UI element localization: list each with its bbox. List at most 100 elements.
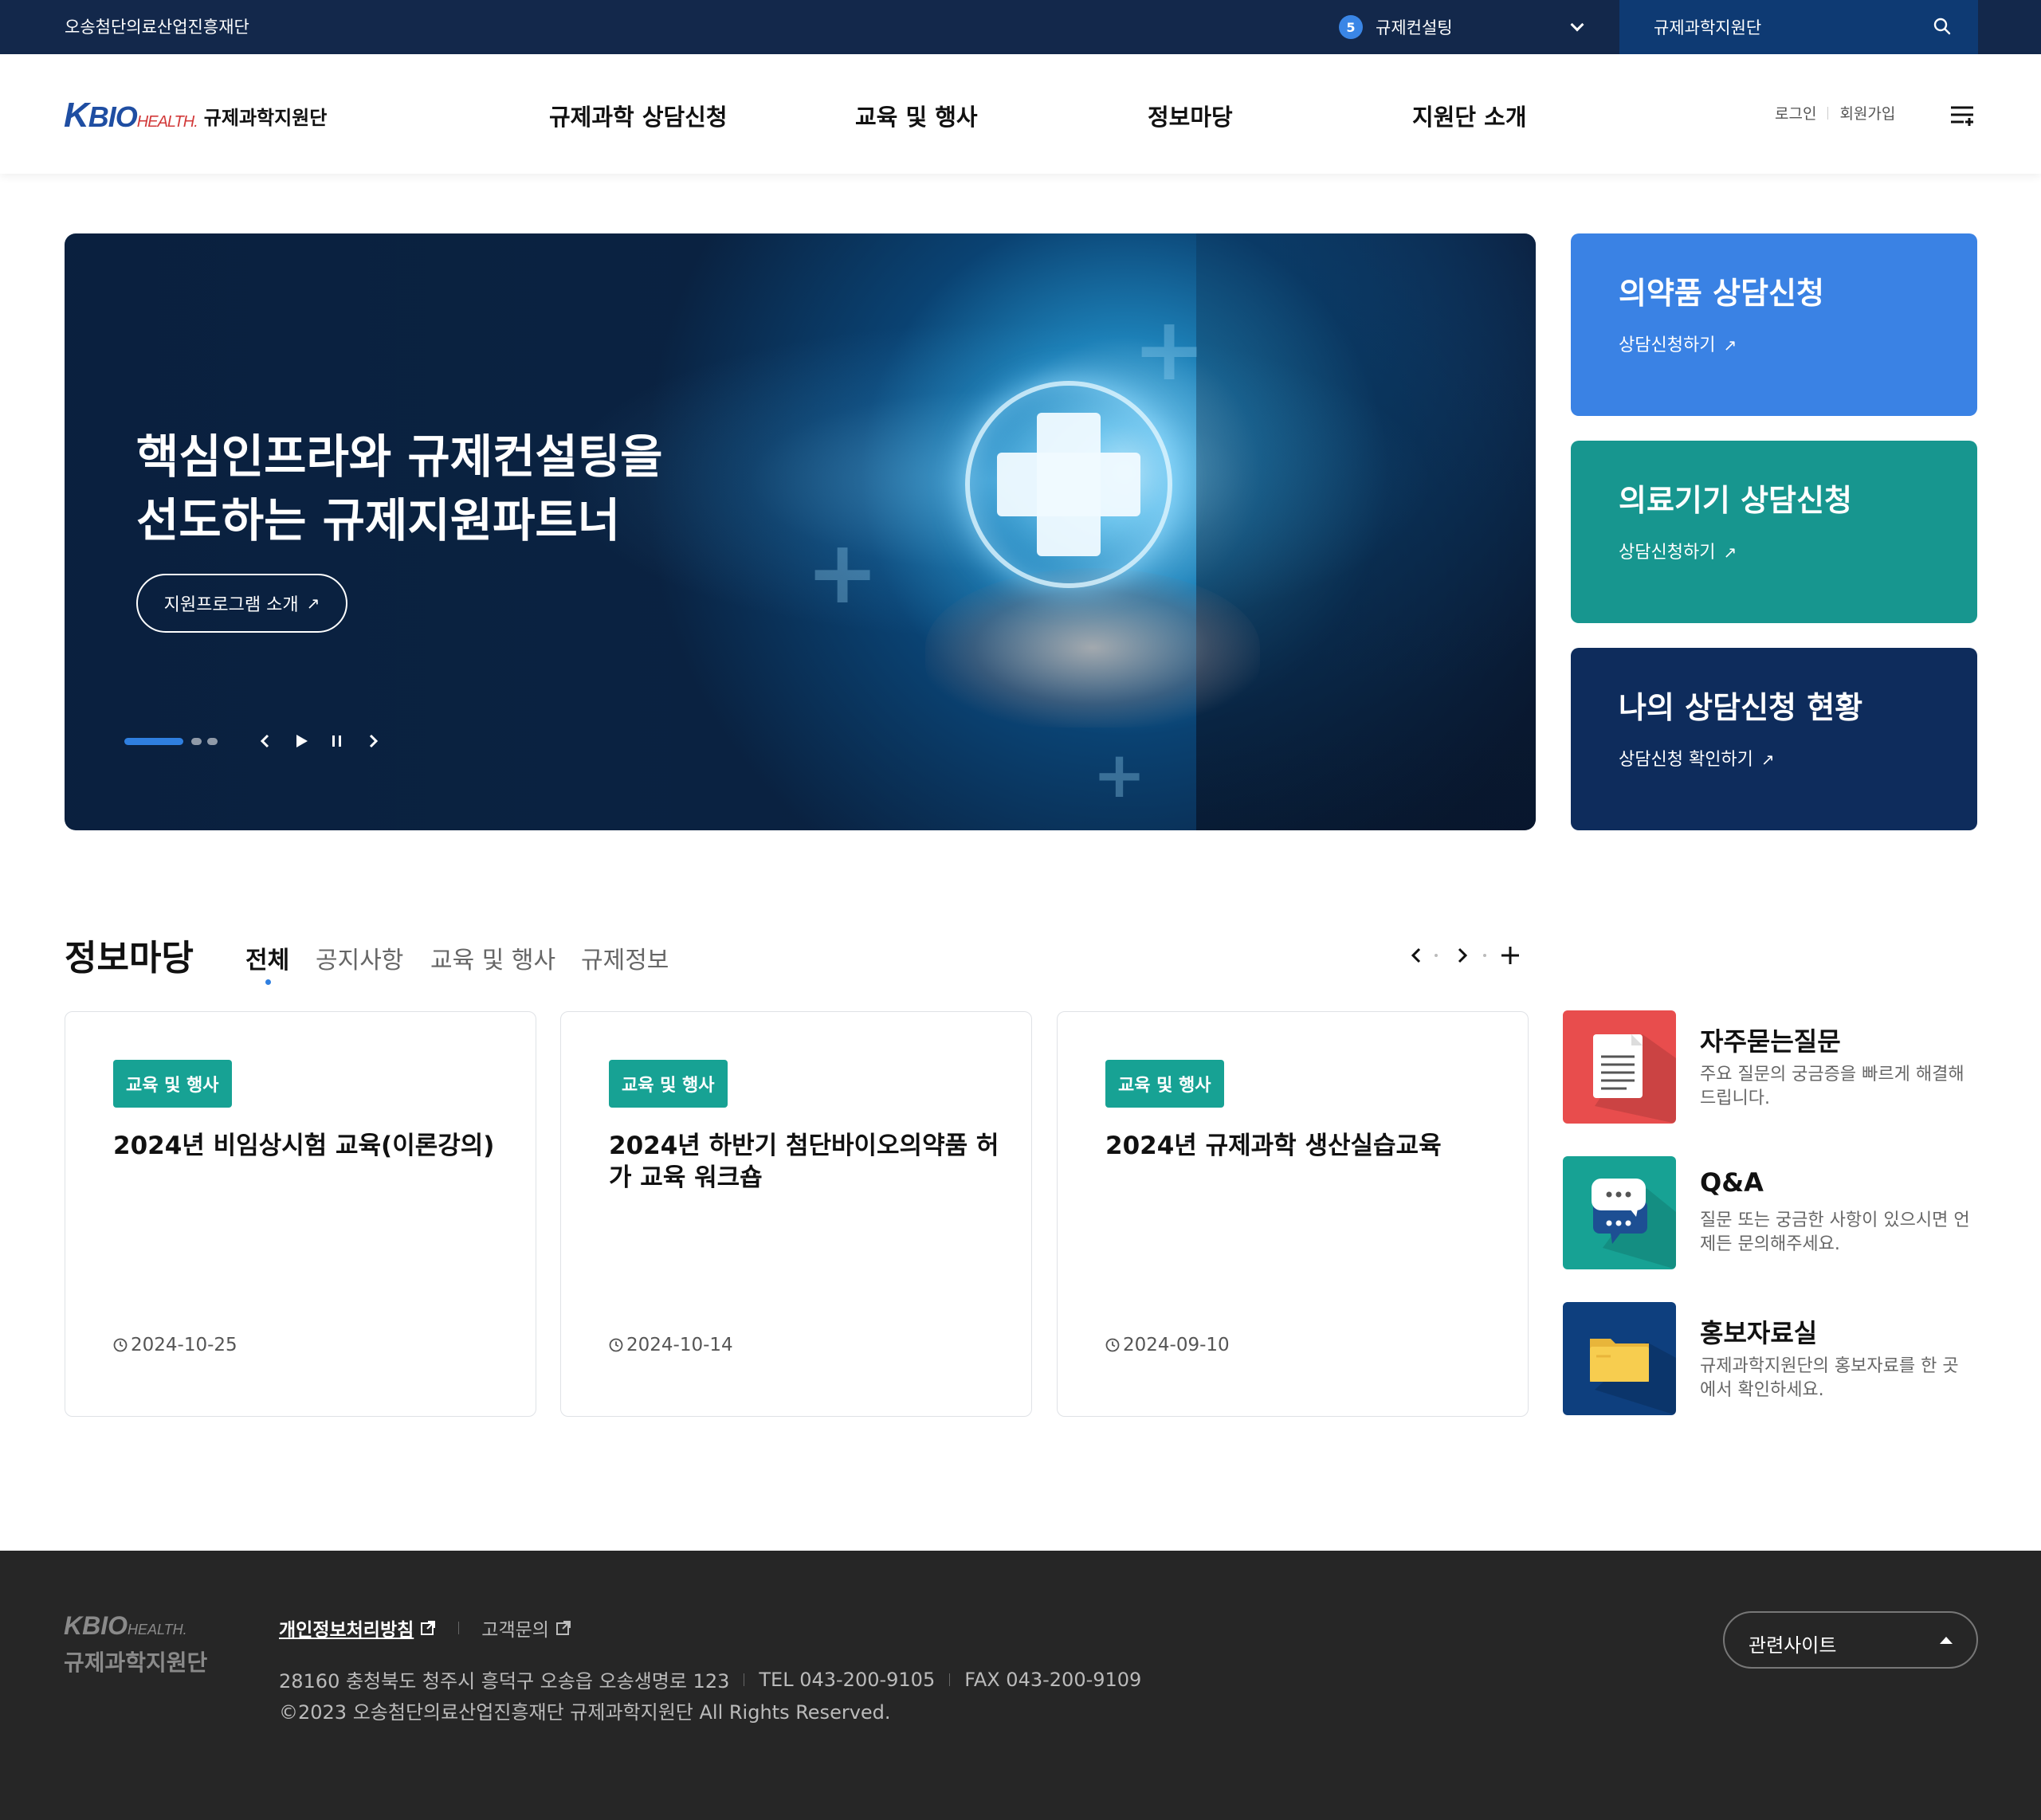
external-link-icon	[555, 1621, 571, 1635]
external-link-icon	[421, 1621, 436, 1635]
quick-card-link: 상담신청하기 ↗	[1619, 335, 1737, 355]
news-title: 2024년 규제과학 생산실습교육	[1105, 1132, 1442, 1160]
prev-slide-icon[interactable]	[256, 732, 275, 751]
consult-count-badge: 5	[1339, 15, 1363, 39]
side-link-title: 자주묻는질문	[1700, 1026, 1841, 1057]
divider-dot	[1483, 954, 1486, 957]
divider	[458, 1622, 460, 1634]
related-sites-select[interactable]: 관련사이트	[1723, 1611, 1978, 1669]
slide-indicator[interactable]	[207, 738, 218, 745]
side-link-title: Q&A	[1700, 1167, 1764, 1198]
top-utility-bar: 오송첨단의료산업진흥재단 5 규제컨설팅 규제과학지원단	[0, 0, 2041, 54]
footer-address: 28160 충청북도 청주시 흥덕구 오송읍 오송생명로 123	[279, 1670, 730, 1693]
footer-logo: KBIOHEALTH. 규제과학지원단	[64, 1611, 207, 1677]
hero-slider-controls	[124, 732, 395, 751]
footer-fax: FAX 043-200-9109	[964, 1668, 1142, 1691]
site-logo[interactable]: KBIOHEALTH. 규제과학지원단	[64, 96, 327, 135]
arrow-up-right-icon: ↗	[306, 594, 320, 613]
hero-banner: + + + 핵심인프라와 규제컨설팅을 선도하는 규제지원파트너 지원프로그램 …	[65, 233, 1536, 830]
medical-cross-icon-bar	[997, 453, 1140, 516]
prev-icon[interactable]	[1403, 942, 1430, 969]
search-icon[interactable]	[1933, 18, 1951, 35]
play-icon[interactable]	[292, 732, 311, 751]
hero-decor-cross-icon: +	[1132, 298, 1207, 400]
quick-card-device-consult[interactable]: 의료기기 상담신청 상담신청하기 ↗	[1571, 441, 1977, 623]
chevron-down-icon	[1570, 18, 1584, 32]
site-header: KBIOHEALTH. 규제과학지원단 규제과학 상담신청 교육 및 행사 정보…	[0, 54, 2041, 174]
org-name-link[interactable]: 오송첨단의료산업진흥재단	[65, 14, 249, 38]
quick-card-title: 의약품 상담신청	[1619, 276, 1824, 311]
related-sites-label: 관련사이트	[1749, 1634, 1837, 1657]
pause-icon[interactable]	[328, 732, 347, 751]
member-links: 로그인 회원가입	[1775, 102, 1895, 124]
footer-links: 개인정보처리방침 고객문의	[279, 1614, 571, 1642]
faq-link[interactable]: 자주묻는질문 주요 질문의 궁금증을 빠르게 해결해 드립니다.	[1563, 1010, 1977, 1124]
side-link-desc: 질문 또는 궁금한 사항이 있으시면 언제든 문의해주세요.	[1700, 1210, 1970, 1254]
nav-about[interactable]: 지원단 소개	[1412, 99, 1527, 132]
footer-address-line: 28160 충청북도 청주시 흥덕구 오송읍 오송생명로 123 TEL 043…	[279, 1665, 1141, 1693]
logo-name: 규제과학지원단	[203, 106, 328, 129]
arrow-up-right-icon: ↗	[1723, 335, 1737, 355]
tab-notices[interactable]: 공지사항	[316, 940, 403, 975]
news-card[interactable]: 교육 및 행사 2024년 하반기 첨단바이오의약품 허가 교육 워크숍 202…	[560, 1011, 1032, 1417]
side-link-title: 홍보자료실	[1700, 1318, 1818, 1348]
site-search-label: 규제과학지원단	[1654, 18, 1762, 37]
site-search-box[interactable]: 규제과학지원단	[1619, 0, 1978, 54]
all-menu-icon[interactable]	[1949, 104, 1975, 127]
pr-materials-link[interactable]: 홍보자료실 규제과학지원단의 홍보자료를 한 곳에서 확인하세요.	[1563, 1302, 1977, 1415]
arrow-up-right-icon: ↗	[1760, 750, 1775, 769]
news-date: 2024-09-10	[1105, 1335, 1230, 1355]
hero-program-button[interactable]: 지원프로그램 소개 ↗	[136, 574, 347, 633]
customer-inquiry-link[interactable]: 고객문의	[481, 1614, 549, 1642]
signup-link[interactable]: 회원가입	[1839, 102, 1895, 124]
slide-indicator-active[interactable]	[124, 738, 183, 745]
quick-card-title: 의료기기 상담신청	[1619, 483, 1852, 518]
nav-education-events[interactable]: 교육 및 행사	[855, 99, 978, 132]
hero-decor-cross-icon: +	[806, 521, 880, 623]
login-link[interactable]: 로그인	[1775, 102, 1816, 124]
privacy-policy-link[interactable]: 개인정보처리방침	[279, 1614, 414, 1642]
active-tab-indicator	[265, 979, 271, 985]
kbiohealth-logo-mark: KBIOHEALTH.	[64, 96, 198, 135]
next-icon[interactable]	[1449, 942, 1476, 969]
clock-icon	[1105, 1338, 1120, 1352]
nav-consult-apply[interactable]: 규제과학 상담신청	[549, 99, 728, 132]
board-title: 정보마당	[65, 938, 194, 979]
slide-indicator[interactable]	[191, 738, 202, 745]
footer-tel: TEL 043-200-9105	[759, 1668, 936, 1691]
quick-card-drug-consult[interactable]: 의약품 상담신청 상담신청하기 ↗	[1571, 233, 1977, 416]
folder-icon	[1563, 1302, 1676, 1415]
consult-label: 규제컨설팅	[1376, 18, 1453, 37]
quick-card-my-status[interactable]: 나의 상담신청 현황 상담신청 확인하기 ↗	[1571, 648, 1977, 830]
consult-dropdown[interactable]: 5 규제컨설팅	[1339, 13, 1584, 41]
divider	[949, 1673, 951, 1686]
caret-up-icon	[1940, 1637, 1953, 1644]
site-footer: KBIOHEALTH. 규제과학지원단 개인정보처리방침 고객문의 28160 …	[0, 1551, 2041, 1820]
news-title: 2024년 비임상시험 교육(이론강의)	[113, 1132, 495, 1160]
tab-regulatory-info[interactable]: 규제정보	[581, 940, 669, 975]
more-plus-icon[interactable]	[1497, 942, 1524, 969]
hero-decor-cross-icon: +	[1093, 738, 1147, 812]
news-card[interactable]: 교육 및 행사 2024년 비임상시험 교육(이론강의) 2024-10-25	[65, 1011, 536, 1417]
footer-copyright: ©2023 오송첨단의료산업진흥재단 규제과학지원단 All Rights Re…	[279, 1701, 891, 1724]
category-badge: 교육 및 행사	[1105, 1060, 1224, 1108]
tab-all[interactable]: 전체	[245, 940, 289, 975]
divider-dot	[1435, 954, 1438, 957]
side-link-desc: 주요 질문의 궁금증을 빠르게 해결해 드립니다.	[1700, 1065, 1964, 1108]
document-icon	[1563, 1010, 1676, 1124]
tab-education-events[interactable]: 교육 및 행사	[430, 940, 555, 975]
divider	[1827, 106, 1829, 120]
hero-title: 핵심인프라와 규제컨설팅을 선도하는 규제지원파트너	[136, 430, 663, 547]
quick-card-link: 상담신청 확인하기 ↗	[1619, 750, 1775, 770]
category-badge: 교육 및 행사	[113, 1060, 232, 1108]
side-link-desc: 규제과학지원단의 홍보자료를 한 곳에서 확인하세요.	[1700, 1356, 1959, 1400]
quick-card-title: 나의 상담신청 현황	[1619, 690, 1863, 725]
next-slide-icon[interactable]	[363, 732, 383, 751]
nav-info-board[interactable]: 정보마당	[1148, 99, 1233, 132]
quick-card-link: 상담신청하기 ↗	[1619, 543, 1737, 563]
category-badge: 교육 및 행사	[609, 1060, 728, 1108]
chat-bubbles-icon	[1563, 1156, 1676, 1269]
qna-link[interactable]: Q&A 질문 또는 궁금한 사항이 있으시면 언제든 문의해주세요.	[1563, 1156, 1977, 1269]
news-card[interactable]: 교육 및 행사 2024년 규제과학 생산실습교육 2024-09-10	[1057, 1011, 1529, 1417]
news-date: 2024-10-25	[113, 1335, 237, 1355]
